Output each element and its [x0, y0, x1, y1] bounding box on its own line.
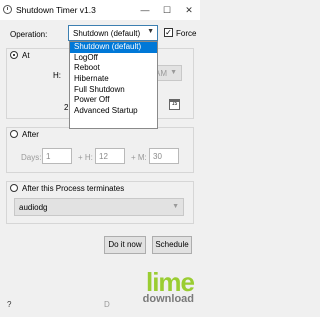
watermark-logo: lime download: [142, 267, 195, 305]
operation-select-value: Shutdown (default): [73, 29, 141, 38]
days-value: 1: [46, 152, 51, 161]
operation-option[interactable]: Hibernate: [70, 74, 157, 85]
minimize-button[interactable]: —: [134, 0, 156, 20]
chevron-down-icon: ▼: [170, 69, 177, 76]
hours-value: 12: [99, 152, 108, 161]
hours-label: + H:: [78, 153, 93, 162]
process-value: audiodg: [19, 203, 48, 212]
bottom-partial-text: D: [104, 300, 110, 309]
calendar-icon[interactable]: 15: [169, 99, 180, 110]
process-label: After this Process terminates: [22, 184, 125, 193]
force-checkbox[interactable]: ✓: [164, 28, 173, 37]
chevron-down-icon: ▼: [172, 203, 179, 210]
at-radio[interactable]: [10, 51, 18, 59]
after-radio[interactable]: [10, 130, 18, 138]
minutes-field[interactable]: 30: [149, 148, 179, 164]
operation-option[interactable]: LogOff: [70, 53, 157, 64]
hour-label: H:: [53, 71, 61, 80]
chevron-down-icon: ▼: [147, 28, 154, 35]
close-button[interactable]: ✕: [178, 0, 200, 20]
title-bar: Shutdown Timer v1.3 — ☐ ✕: [0, 0, 200, 20]
after-label: After: [22, 130, 39, 139]
operation-label: Operation:: [10, 30, 48, 39]
process-select[interactable]: audiodg ▼: [14, 198, 184, 216]
days-field[interactable]: 1: [42, 148, 72, 164]
operation-option[interactable]: Full Shutdown: [70, 85, 157, 96]
minutes-label: + M:: [131, 153, 147, 162]
force-label: Force: [176, 29, 197, 38]
window-title: Shutdown Timer v1.3: [16, 5, 96, 15]
schedule-button[interactable]: Schedule: [152, 236, 192, 254]
operation-dropdown-menu: Shutdown (default) LogOff Reboot Hibernate F…: [69, 41, 158, 129]
watermark-line2: download: [142, 293, 194, 305]
operation-option[interactable]: Power Off: [70, 95, 157, 106]
maximize-button[interactable]: ☐: [156, 0, 178, 20]
power-icon: [3, 5, 12, 14]
operation-select[interactable]: Shutdown (default) ▼: [68, 25, 158, 41]
process-radio[interactable]: [10, 184, 18, 192]
date-field-partial[interactable]: 2: [64, 103, 68, 112]
watermark-line1: lime: [145, 267, 195, 297]
at-label: At: [22, 51, 30, 60]
do-it-now-button[interactable]: Do it now: [104, 236, 146, 254]
operation-option[interactable]: Shutdown (default): [70, 42, 157, 53]
hours-field[interactable]: 12: [95, 148, 125, 164]
help-button[interactable]: ?: [7, 300, 11, 309]
operation-option[interactable]: Reboot: [70, 63, 157, 74]
minutes-value: 30: [153, 152, 162, 161]
operation-option[interactable]: Advanced Startup: [70, 106, 157, 117]
days-label: Days:: [21, 153, 42, 162]
